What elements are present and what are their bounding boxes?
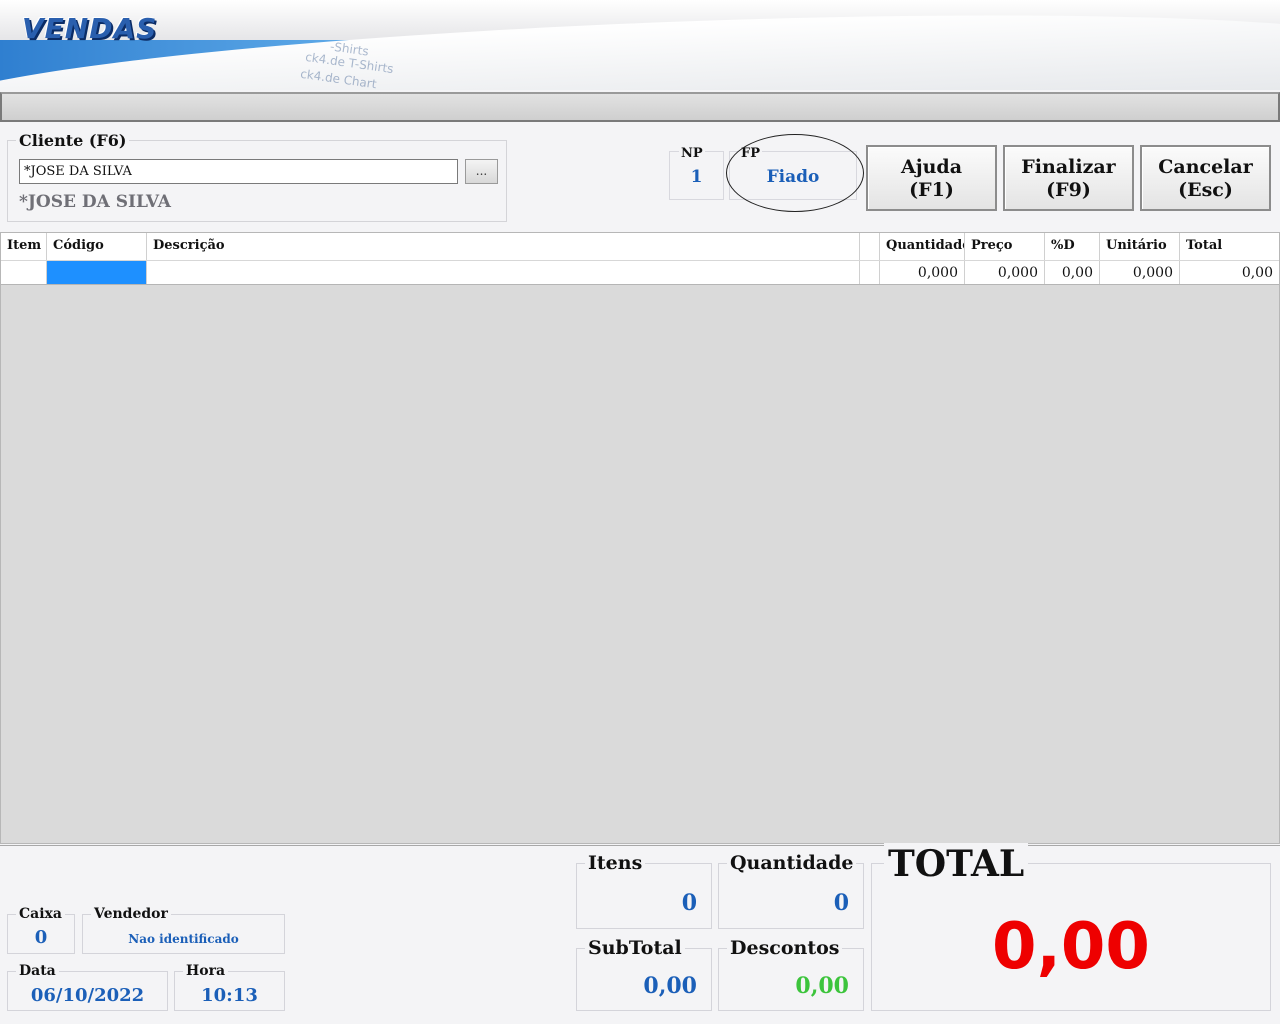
vendedor-value: Nao identificado [128,932,239,946]
column-header-item[interactable]: Item [1,233,47,260]
table-row[interactable]: 0,000 0,000 0,00 0,000 0,00 [1,261,1279,285]
cell-unitario[interactable]: 0,000 [1100,261,1180,284]
finish-button[interactable]: Finalizar (F9) [1003,145,1134,211]
itens-label: Itens [585,852,646,874]
hora-box: Hora 10:13 [174,963,285,1011]
column-header-preco[interactable]: Preço [965,233,1045,260]
quantidade-label: Quantidade [727,852,857,874]
cancel-button-shortcut: (Esc) [1178,179,1233,201]
client-display-name: *JOSE DA SILVA [19,192,171,212]
caixa-label: Caixa [16,906,65,922]
hora-value: 10:13 [201,985,258,1006]
finish-button-shortcut: (F9) [1046,179,1091,201]
cancel-button[interactable]: Cancelar (Esc) [1140,145,1271,211]
data-box: Data 06/10/2022 [7,963,168,1011]
column-header-descricao[interactable]: Descrição [147,233,860,260]
subtotal-label: SubTotal [585,937,685,959]
quantidade-value: 0 [833,890,849,916]
data-value: 06/10/2022 [30,985,145,1006]
column-header-total[interactable]: Total [1180,233,1279,260]
data-label: Data [16,963,59,979]
help-button-shortcut: (F1) [909,179,954,201]
cell-descricao[interactable] [147,261,860,284]
total-label: TOTAL [884,843,1029,885]
finish-button-label: Finalizar [1021,156,1116,178]
toolbar-strip [0,92,1280,122]
cell-desconto[interactable]: 0,00 [1045,261,1100,284]
client-input[interactable]: *JOSE DA SILVA [19,159,458,184]
cell-codigo-selected[interactable] [47,261,147,284]
cell-item[interactable] [1,261,47,284]
column-header-codigo[interactable]: Código [47,233,147,260]
itens-value: 0 [681,890,697,916]
cancel-button-label: Cancelar [1158,156,1253,178]
cell-preco[interactable]: 0,000 [965,261,1045,284]
cell-spacer [860,261,880,284]
vendedor-box: Vendedor Nao identificado [82,906,285,954]
column-header-quantidade[interactable]: Quantidade [880,233,965,260]
grid-header: Item Código Descrição Quantidade Preço %… [1,233,1279,261]
itens-box: Itens 0 [576,852,712,929]
header-banner: -Shirts ck4.de T-Shirts ck4.de Chart VEN… [0,0,1280,90]
subtotal-box: SubTotal 0,00 [576,937,712,1011]
caixa-box: Caixa 0 [7,906,75,954]
np-label: NP [679,146,705,161]
column-header-unitario[interactable]: Unitário [1100,233,1180,260]
descontos-value: 0,00 [795,973,849,999]
app-title: VENDAS [22,12,158,45]
cell-total[interactable]: 0,00 [1180,261,1279,284]
column-header-spacer [860,233,880,260]
client-browse-button[interactable]: ... [465,159,498,184]
caixa-value: 0 [34,927,48,948]
hora-label: Hora [183,963,229,979]
descontos-label: Descontos [727,937,843,959]
client-group-legend: Cliente (F6) [16,131,130,150]
np-value[interactable]: 1 [670,167,723,187]
fp-highlight-ellipse [726,134,864,212]
vendedor-label: Vendedor [91,906,171,922]
subtotal-value: 0,00 [643,973,697,999]
np-box: NP 1 [669,146,724,200]
total-value: 0,00 [992,910,1150,984]
help-button[interactable]: Ajuda (F1) [866,145,997,211]
descontos-box: Descontos 0,00 [718,937,864,1011]
quantidade-box: Quantidade 0 [718,852,864,929]
column-header-desconto[interactable]: %D [1045,233,1100,260]
cell-quantidade[interactable]: 0,000 [880,261,965,284]
help-button-label: Ajuda [900,156,963,178]
items-grid[interactable]: Item Código Descrição Quantidade Preço %… [0,232,1280,844]
